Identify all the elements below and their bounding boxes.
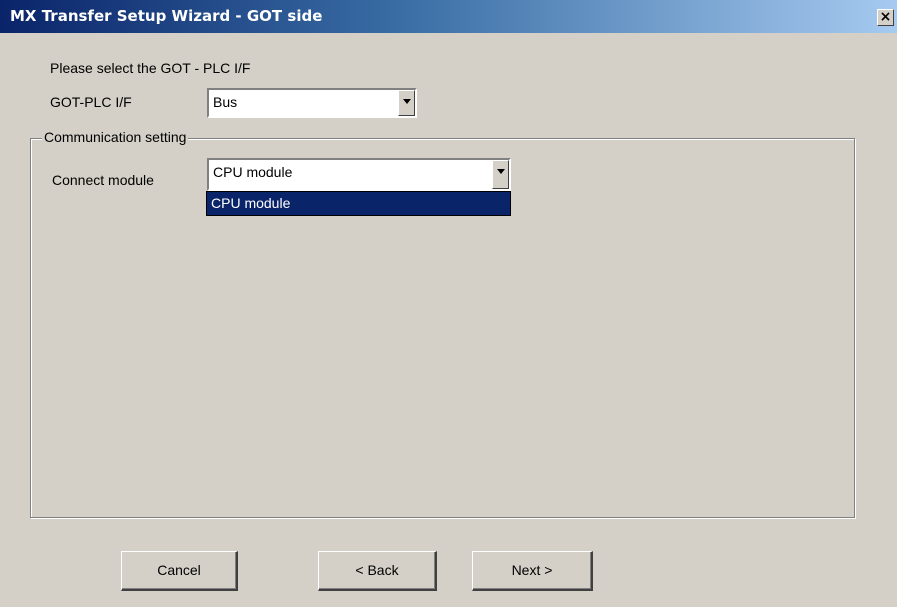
back-button[interactable]: < Back xyxy=(318,551,437,591)
connect-module-dropdown: CPU module xyxy=(206,191,511,216)
connect-module-label: Connect module xyxy=(52,172,154,188)
window-title: MX Transfer Setup Wizard - GOT side xyxy=(10,7,323,25)
cancel-button[interactable]: Cancel xyxy=(121,551,238,591)
got-plc-if-label: GOT-PLC I/F xyxy=(50,94,132,110)
communication-setting-label: Communication setting xyxy=(42,129,189,145)
got-plc-if-select[interactable]: Bus xyxy=(207,88,417,118)
connect-module-select[interactable]: CPU module xyxy=(207,158,511,191)
title-bar: MX Transfer Setup Wizard - GOT side × xyxy=(0,0,897,33)
dropdown-option-cpu-module[interactable]: CPU module xyxy=(211,195,290,211)
close-button[interactable]: × xyxy=(877,9,894,26)
close-icon: × xyxy=(879,9,892,25)
connect-module-value: CPU module xyxy=(213,164,293,180)
got-plc-if-value: Bus xyxy=(213,94,238,110)
chevron-down-icon[interactable] xyxy=(398,90,415,116)
chevron-down-icon[interactable] xyxy=(492,160,509,189)
select-prompt: Please select the GOT - PLC I/F xyxy=(50,60,251,76)
next-button[interactable]: Next > xyxy=(472,551,593,591)
